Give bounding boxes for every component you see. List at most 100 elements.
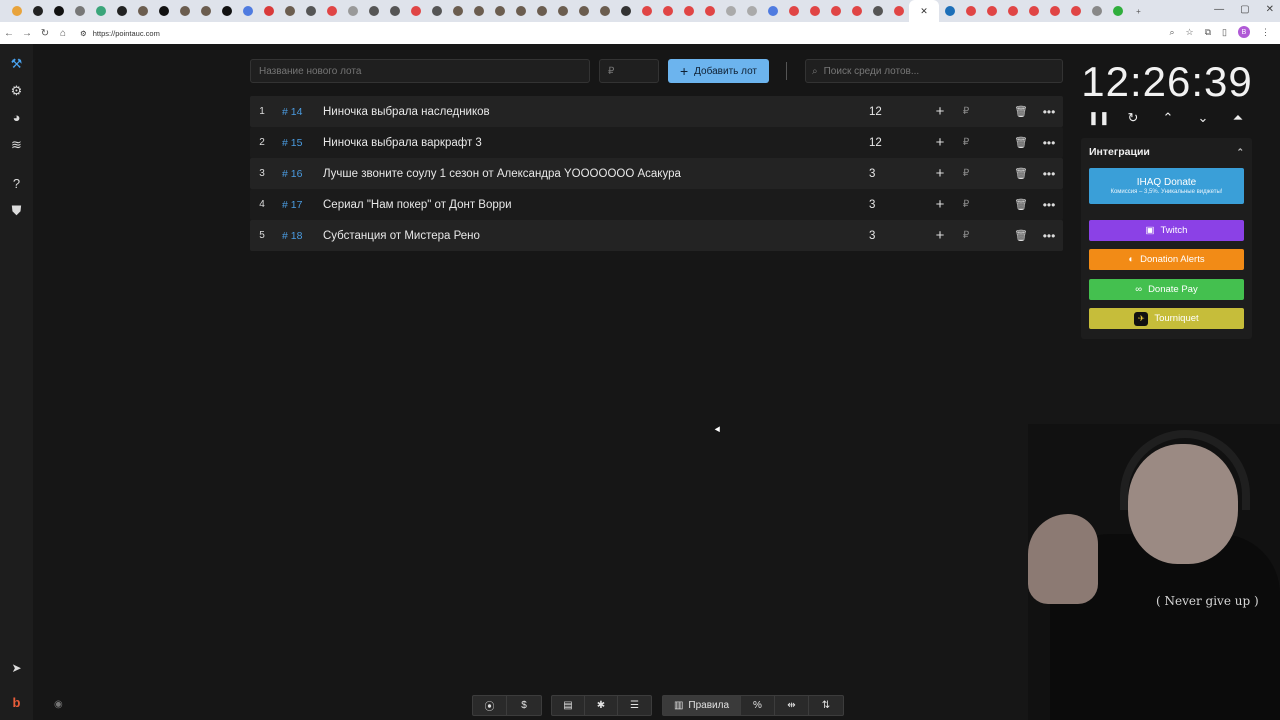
lot-amount[interactable]: 12 [869, 137, 927, 149]
browser-tab[interactable] [678, 0, 699, 22]
browser-tab[interactable] [195, 0, 216, 22]
browser-tab[interactable] [489, 0, 510, 22]
donate-dollar-icon[interactable]: $ [507, 696, 541, 715]
browser-tab[interactable] [573, 0, 594, 22]
browser-tab[interactable] [888, 0, 909, 22]
browser-tab[interactable] [720, 0, 741, 22]
browser-tab-active[interactable]: ✕ [909, 0, 939, 22]
browser-tab[interactable] [111, 0, 132, 22]
browser-tab[interactable] [939, 0, 960, 22]
browser-tab[interactable] [762, 0, 783, 22]
add-time-icon[interactable]: ⌃ [1158, 110, 1178, 126]
help-icon[interactable]: ? [0, 170, 33, 197]
new-tab-button[interactable]: + [1128, 0, 1149, 22]
boosty-icon[interactable]: b [13, 695, 21, 710]
delete-icon[interactable]: 🗑 [1007, 167, 1035, 180]
minimize-icon[interactable]: — [1214, 4, 1224, 15]
sidepanel-icon[interactable]: ▯ [1222, 27, 1227, 38]
browser-tab[interactable] [846, 0, 867, 22]
rules-button[interactable]: ▥ Правила [663, 696, 741, 715]
browser-tab[interactable] [699, 0, 720, 22]
lot-amount[interactable]: 3 [869, 168, 927, 180]
browser-tab[interactable] [447, 0, 468, 22]
twitch-integration-button[interactable]: ▣ Twitch [1089, 220, 1244, 241]
browser-tab[interactable] [384, 0, 405, 22]
lot-id[interactable]: # 17 [274, 199, 323, 211]
add-amount-icon[interactable]: + [927, 134, 953, 151]
wheel-icon[interactable]: ◕ [0, 104, 33, 131]
browser-tab[interactable] [405, 0, 426, 22]
browser-tab[interactable] [69, 0, 90, 22]
browser-tab[interactable] [741, 0, 762, 22]
telegram-icon[interactable]: ➤ [11, 661, 21, 675]
browser-tab[interactable] [48, 0, 69, 22]
delete-icon[interactable]: 🗑 [1007, 229, 1035, 242]
maximize-icon[interactable]: ▢ [1240, 4, 1249, 15]
github-icon[interactable]: ⦿ [473, 696, 507, 715]
browser-tab[interactable] [153, 0, 174, 22]
new-lot-name-input[interactable] [250, 59, 590, 83]
lot-id[interactable]: # 14 [274, 106, 323, 118]
browser-menu-icon[interactable]: ⋮ [1261, 27, 1270, 38]
ihaq-donate-button[interactable]: IHAQ Donate Комиссия – 3,5%. Уникальные … [1089, 168, 1244, 204]
close-icon[interactable]: ✕ [920, 6, 928, 17]
browser-tab[interactable] [279, 0, 300, 22]
restart-icon[interactable]: ↻ [1123, 110, 1143, 126]
lot-name[interactable]: Сериал "Нам покер" от Донт Ворри [323, 199, 869, 211]
add-amount-icon[interactable]: + [927, 103, 953, 120]
chevron-up-icon[interactable]: ⌃ [1236, 147, 1244, 158]
browser-tab[interactable] [174, 0, 195, 22]
browser-tab[interactable] [615, 0, 636, 22]
browser-tab[interactable] [825, 0, 846, 22]
forward-icon[interactable]: → [18, 28, 36, 39]
browser-tab[interactable] [237, 0, 258, 22]
browser-tab[interactable] [1107, 0, 1128, 22]
clear-list-icon[interactable]: ☰ [618, 696, 651, 715]
new-lot-amount-input[interactable] [599, 59, 659, 83]
lot-name[interactable]: Ниночка выбрала наследников [323, 106, 869, 118]
reload-icon[interactable]: ↻ [36, 28, 54, 39]
auction-hammer-icon[interactable]: ⚒ [0, 50, 33, 77]
browser-tab[interactable] [960, 0, 981, 22]
lot-name[interactable]: Ниночка выбрала варкрафт 3 [323, 137, 869, 149]
ruble-icon[interactable]: ₽ [953, 137, 979, 148]
more-options-icon[interactable]: ••• [1035, 136, 1063, 150]
browser-tab[interactable] [363, 0, 384, 22]
more-options-icon[interactable]: ••• [1035, 229, 1063, 243]
eye-icon[interactable]: ◉ [54, 699, 63, 710]
add-amount-icon[interactable]: + [927, 196, 953, 213]
browser-tab[interactable] [1002, 0, 1023, 22]
lot-id[interactable]: # 18 [274, 230, 323, 242]
add-amount-icon[interactable]: + [927, 227, 953, 244]
home-icon[interactable]: ⌂ [54, 28, 72, 39]
bug-report-icon[interactable]: ✱ [585, 696, 618, 715]
browser-tab[interactable] [1086, 0, 1107, 22]
more-options-icon[interactable]: ••• [1035, 198, 1063, 212]
lot-name[interactable]: Лучше звоните соулу 1 сезон от Александр… [323, 168, 869, 180]
zoom-icon[interactable]: ⌕ [1169, 27, 1174, 38]
lot-amount[interactable]: 3 [869, 199, 927, 211]
browser-tab[interactable] [258, 0, 279, 22]
url-field[interactable]: ⚙ https://pointauc.com [80, 29, 160, 38]
delete-icon[interactable]: 🗑 [1007, 136, 1035, 149]
lot-name[interactable]: Субстанция от Мистера Рено [323, 230, 869, 242]
settings-gear-icon[interactable]: ⚙ [0, 77, 33, 104]
browser-tab[interactable] [6, 0, 27, 22]
ruble-icon[interactable]: ₽ [953, 168, 979, 179]
layers-icon[interactable]: ≋ [0, 131, 33, 158]
tourniquet-button[interactable]: ✈ Tourniquet [1089, 308, 1244, 329]
extensions-icon[interactable]: ⧉ [1205, 27, 1211, 38]
browser-tab[interactable] [552, 0, 573, 22]
ruble-icon[interactable]: ₽ [953, 199, 979, 210]
browser-tab[interactable] [1065, 0, 1086, 22]
browser-tab[interactable] [300, 0, 321, 22]
more-options-icon[interactable]: ••• [1035, 167, 1063, 181]
double-add-time-icon[interactable]: ⏶ [1228, 110, 1248, 126]
lot-id[interactable]: # 16 [274, 168, 323, 180]
browser-tab[interactable] [636, 0, 657, 22]
shield-icon[interactable]: ⛊ [0, 197, 33, 224]
browser-tab[interactable] [531, 0, 552, 22]
browser-tab[interactable] [594, 0, 615, 22]
pause-icon[interactable]: ❚❚ [1088, 110, 1110, 126]
lot-amount[interactable]: 12 [869, 106, 927, 118]
